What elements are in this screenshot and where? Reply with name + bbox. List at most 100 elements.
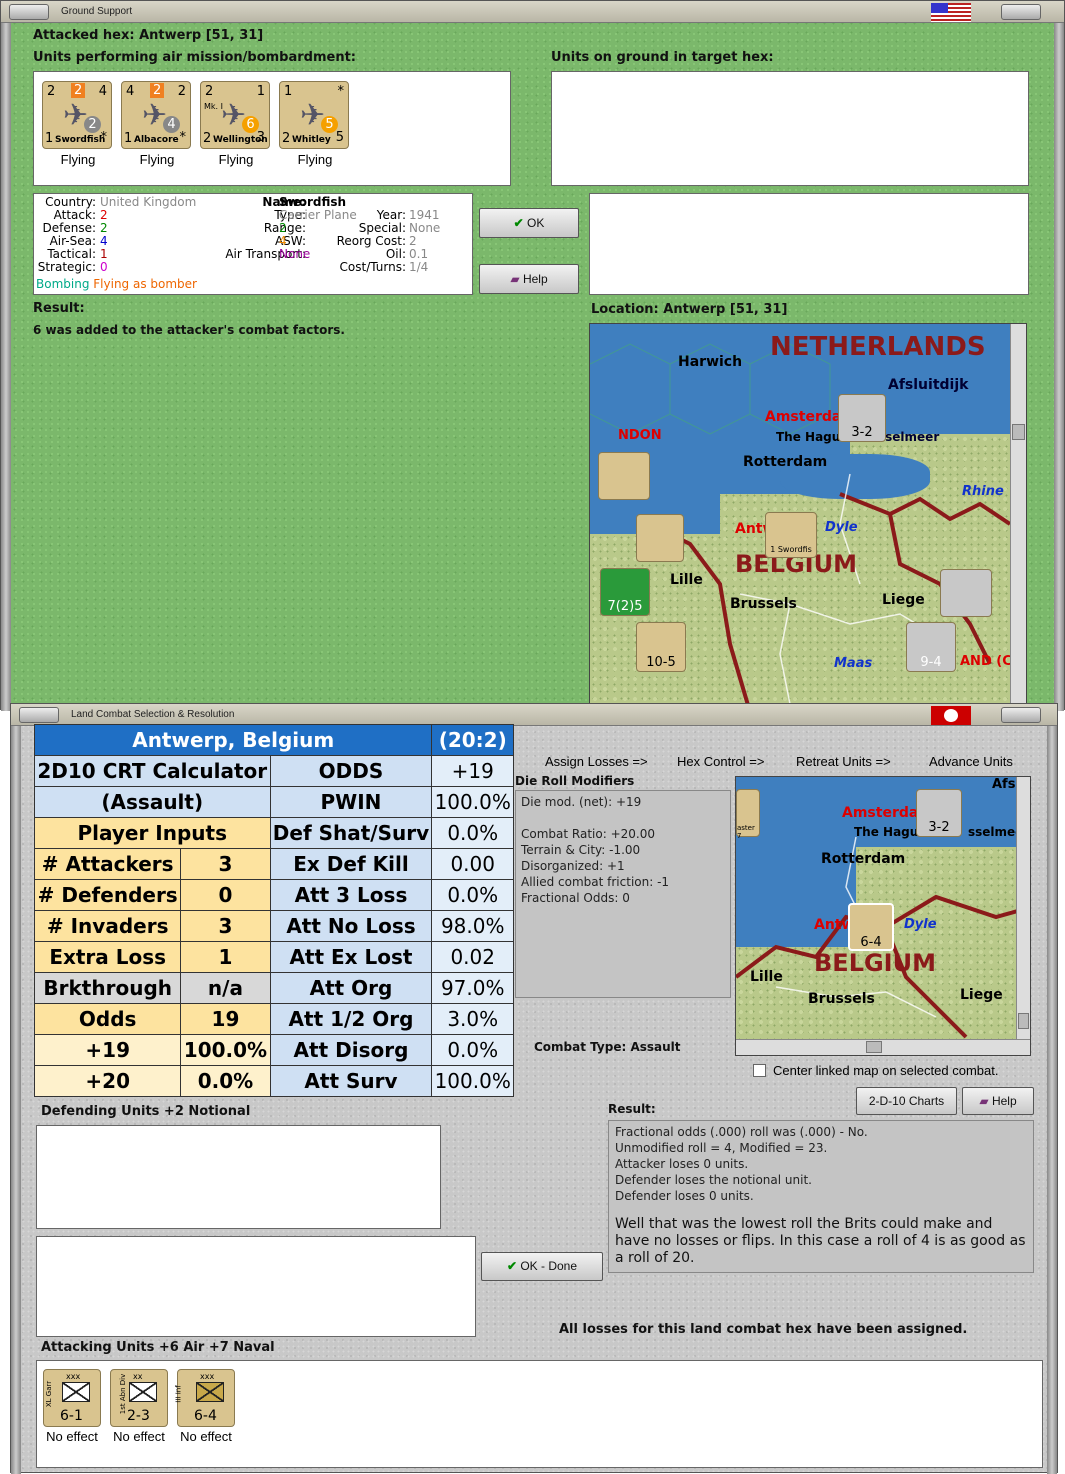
- crt-exdefkill-label: Ex Def Kill: [269, 848, 433, 880]
- attack-unit-2[interactable]: xx 1st Abn Div 2-3 No effect: [106, 1369, 172, 1449]
- defense-value: 2: [100, 221, 108, 235]
- linked-label-lille: Lille: [750, 969, 783, 985]
- counter-bottom-left: 2: [203, 131, 212, 146]
- air-unit-counter[interactable]: 4 2 2 ✈ 4 1 Albacore *: [121, 81, 191, 149]
- counter-top-right: 1: [256, 84, 265, 99]
- unit-strength: 6-4: [194, 1408, 217, 1424]
- crt-calc-type: (Assault): [34, 786, 271, 818]
- step-advance-units[interactable]: Advance Units: [929, 754, 1013, 769]
- air-unit-albacore[interactable]: 4 2 2 ✈ 4 1 Albacore * Flying: [121, 81, 193, 171]
- crt-defenders-label: # Defenders: [33, 879, 182, 911]
- crt-calculator-table: Antwerp, Belgium (20:2) 2D10 CRT Calcula…: [33, 724, 514, 1097]
- crt-invaders-value[interactable]: 3: [180, 910, 271, 942]
- charts-button[interactable]: 2-D-10 Charts: [856, 1087, 957, 1115]
- air-unit-whitley[interactable]: 1 * ✈ 5 2 Whitley 5 Flying: [279, 81, 351, 171]
- ok-done-button[interactable]: ✔ OK - Done: [481, 1252, 603, 1281]
- right-frame: [1054, 23, 1064, 711]
- window-menu-button[interactable]: [9, 4, 49, 20]
- crt-attnoloss-value: 98.0%: [431, 910, 514, 942]
- map-label-liege: Liege: [882, 592, 925, 608]
- ok-done-check-icon: ✔: [506, 1259, 517, 1273]
- map-counter-swordfish[interactable]: 1 Swordfis: [765, 512, 817, 558]
- map-counter-105[interactable]: 10-5: [636, 622, 686, 672]
- counter-name: Albacore: [134, 135, 179, 145]
- german-flag-icon: [931, 706, 971, 725]
- die-mod-label: Die Roll Modifiers: [515, 774, 635, 788]
- unit-size: xxx: [66, 1372, 81, 1381]
- land-combat-titlebar[interactable]: Land Combat Selection & Resolution: [11, 704, 1057, 726]
- attack-unit-counter[interactable]: xxx XL Garr 6-1: [43, 1369, 101, 1427]
- map-scrollbar[interactable]: [1010, 324, 1026, 710]
- attack-unit-counter[interactable]: xx 1st Abn Div 2-3: [110, 1369, 168, 1427]
- bombing-text: Bombing: [36, 277, 90, 291]
- crt-plus19-value: 100.0%: [180, 1034, 271, 1066]
- crt-defenders-value[interactable]: 0: [180, 879, 271, 911]
- result-line-attacker: Attacker loses 0 units.: [615, 1157, 749, 1171]
- crt-attorg-value: 97.0%: [431, 972, 514, 1004]
- map-counter-spitfire[interactable]: [598, 452, 650, 500]
- linked-counter-aster[interactable]: aster 7: [736, 789, 760, 840]
- crt-defshat-value: 0.0%: [431, 817, 514, 849]
- ground-support-titlebar[interactable]: Ground Support: [1, 1, 1064, 23]
- help-button[interactable]: ▰ Help: [479, 264, 579, 294]
- location-map[interactable]: NETHERLANDS Harwich Afsluitdijk Amsterda…: [589, 323, 1027, 711]
- infantry-symbol-icon: [129, 1382, 157, 1402]
- window-title: Ground Support: [61, 6, 133, 17]
- map-counter-725[interactable]: 7(2)5: [600, 568, 650, 616]
- step-assign-losses[interactable]: Assign Losses =>: [545, 754, 648, 769]
- crt-invaders-label: # Invaders: [33, 910, 182, 942]
- attack-value: 2: [100, 208, 108, 222]
- map-counter-antwerp[interactable]: [636, 514, 684, 562]
- step-hex-control[interactable]: Hex Control =>: [677, 754, 764, 769]
- air-unit-wellington[interactable]: 2 1 Mk. I ✈ 6 2 Wellington 3 Flying: [200, 81, 272, 171]
- air-unit-counter[interactable]: 2 1 Mk. I ✈ 6 2 Wellington 3: [200, 81, 270, 149]
- attack-unit-status: No effect: [180, 1429, 232, 1444]
- air-unit-counter[interactable]: 1 * ✈ 5 2 Whitley 5: [279, 81, 349, 149]
- left-frame: [1, 23, 11, 711]
- infantry-symbol-icon: [196, 1382, 224, 1402]
- result-line-defender: Defender loses 0 units.: [615, 1189, 754, 1203]
- linked-map-vscroll[interactable]: [1016, 777, 1030, 1041]
- land-help-button[interactable]: ▰ Help: [962, 1087, 1034, 1115]
- crt-attackers-value[interactable]: 3: [180, 848, 271, 880]
- attack-unit-counter[interactable]: xxx III Inf 6-4: [175, 1369, 235, 1427]
- linked-map[interactable]: Afslui Amsterda The Hagu sselmee Rotterd…: [735, 776, 1031, 1056]
- linked-map-hscroll[interactable]: [736, 1039, 1030, 1055]
- ok-button[interactable]: ✔ OK: [479, 208, 579, 238]
- crt-atthalforg-label: Att 1/2 Org: [269, 1003, 433, 1035]
- air-unit-counter[interactable]: 2 2 4 ✈ 2 1 Swordfish *: [42, 81, 112, 149]
- linked-label-liege: Liege: [960, 987, 1003, 1003]
- crt-exdefkill-value: 0.00: [431, 848, 514, 880]
- attacked-hex-label: Attacked hex: Antwerp [51, 31]: [33, 28, 264, 43]
- map-label-brussels: Brussels: [730, 596, 797, 612]
- land-help-label: Help: [991, 1094, 1017, 1108]
- land-close-button[interactable]: [1001, 707, 1041, 723]
- land-result-panel: Fractional odds (.000) roll was (.000) -…: [608, 1120, 1034, 1273]
- center-map-checkbox[interactable]: [753, 1064, 766, 1077]
- counter-top-left: 2: [205, 84, 214, 99]
- map-counter-94[interactable]: 9-4: [906, 622, 956, 672]
- defending-units-panel: [36, 1125, 441, 1229]
- cost-label: Cost/Turns:: [339, 260, 406, 274]
- unit-id: XL Garr: [45, 1380, 54, 1408]
- extra-info-panel: [589, 193, 1029, 295]
- map-counter-32[interactable]: 3-2: [838, 394, 886, 442]
- crt-extraloss-label: Extra Loss: [33, 941, 182, 973]
- counter-bottom-left: 2: [282, 131, 291, 146]
- linked-counter-64[interactable]: 6-4: [848, 903, 894, 951]
- crt-odds-input-value[interactable]: 19: [180, 1003, 271, 1035]
- attack-unit-3[interactable]: xxx III Inf 6-4 No effect: [173, 1369, 239, 1449]
- linked-label-dyle: Dyle: [904, 917, 937, 932]
- crt-title: Antwerp, Belgium: [33, 724, 433, 756]
- land-window-menu-button[interactable]: [19, 707, 59, 723]
- air-unit-status: Flying: [139, 152, 175, 167]
- secondary-units-panel: [36, 1236, 476, 1337]
- air-unit-swordfish[interactable]: 2 2 4 ✈ 2 1 Swordfish * Flying: [42, 81, 114, 171]
- step-retreat-units[interactable]: Retreat Units =>: [796, 754, 891, 769]
- map-counter-ju52[interactable]: [940, 569, 992, 617]
- result-line-fractional: Fractional odds (.000) roll was (.000) -…: [615, 1125, 868, 1139]
- crt-extraloss-value[interactable]: 1: [180, 941, 271, 973]
- linked-counter-32[interactable]: 3-2: [916, 789, 962, 837]
- attack-unit-1[interactable]: xxx XL Garr 6-1 No effect: [39, 1369, 105, 1449]
- close-button[interactable]: [1001, 4, 1041, 20]
